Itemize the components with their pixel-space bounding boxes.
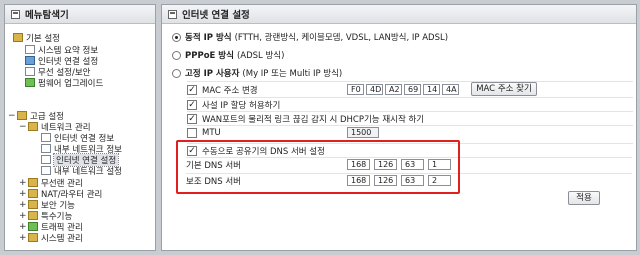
collapse-icon[interactable]: −	[8, 111, 16, 121]
menu-explorer-panel: 메뉴탐색기 기본 설정 시스템 요약 정보 인터넷 연결 설정 무선 설정/보안…	[4, 4, 156, 251]
page-icon	[41, 166, 51, 175]
menu-explorer-title: 메뉴탐색기	[25, 10, 69, 21]
tree-internet-setup[interactable]: 인터넷 연결 설정	[25, 55, 98, 67]
folder-icon	[13, 33, 23, 42]
tree-traffic[interactable]: + 트래픽 관리	[19, 221, 83, 233]
folder-icon	[17, 111, 27, 120]
page-icon	[25, 45, 35, 54]
mac-octet-2[interactable]: 4D	[366, 84, 383, 95]
tree-system-management[interactable]: + 시스템 관리	[19, 232, 83, 244]
tree-system-summary[interactable]: 시스템 요약 정보	[25, 44, 98, 56]
expand-icon[interactable]: +	[19, 200, 27, 210]
mac-octet-6[interactable]: 4A	[442, 84, 459, 95]
traffic-icon	[28, 222, 38, 231]
private-ip-checkbox[interactable]: ✓	[187, 99, 197, 110]
tree-lan-info[interactable]: 내부 네트워크 정보	[41, 143, 122, 155]
tree-network-management[interactable]: − 네트워크 관리	[19, 121, 91, 133]
mac-octet-5[interactable]: 14	[423, 84, 440, 95]
tree-firmware-upgrade[interactable]: 펌웨어 업그레이드	[25, 77, 103, 89]
radio-static-ip[interactable]	[172, 68, 181, 78]
folder-icon	[28, 200, 38, 209]
monitor-icon	[25, 56, 35, 65]
tree-security[interactable]: + 보안 기능	[19, 199, 75, 211]
tree-special[interactable]: + 특수기능	[19, 210, 72, 222]
mtu-input[interactable]: 1500	[347, 127, 379, 138]
mac-octet-4[interactable]: 69	[404, 84, 421, 95]
folder-icon	[28, 189, 38, 198]
tree-basic-settings[interactable]: 기본 설정	[13, 32, 60, 44]
menu-explorer-header: 메뉴탐색기	[5, 5, 155, 24]
page-icon	[41, 144, 51, 153]
mtu-row: MTU	[187, 125, 633, 139]
private-ip-row: ✓ 사설 IP 할당 허용하기	[187, 97, 633, 111]
expand-icon[interactable]: +	[19, 233, 27, 243]
internet-setup-header: 인터넷 연결 설정	[162, 5, 636, 24]
find-mac-button[interactable]: MAC 주소 찾기	[471, 82, 537, 96]
expand-icon[interactable]: +	[19, 189, 27, 199]
tree-wireless-management[interactable]: + 무선랜 관리	[19, 177, 83, 189]
mac-octet-3[interactable]: A2	[385, 84, 402, 95]
tree-internet-setup-advanced[interactable]: 인터넷 연결 설정	[41, 152, 120, 167]
folder-icon	[28, 211, 38, 220]
expand-icon[interactable]: +	[19, 178, 27, 188]
mac-octet-1[interactable]: F0	[347, 84, 364, 95]
folder-icon	[28, 178, 38, 187]
folder-icon	[28, 233, 38, 242]
expand-icon[interactable]: +	[19, 211, 27, 221]
folder-icon	[28, 122, 38, 131]
internet-setup-panel: 인터넷 연결 설정 동적 IP 방식 (FTTH, 광랜방식, 케이블모뎀, V…	[161, 4, 637, 251]
tree-internet-info[interactable]: 인터넷 연결 정보	[41, 132, 114, 144]
wan-dhcp-row: ✓ WAN포트의 물리적 링크 끊김 감지 시 DHCP기능 재시작 하기	[187, 111, 633, 125]
tree-nat-router[interactable]: + NAT/라우터 관리	[19, 188, 102, 200]
upgrade-icon	[25, 78, 35, 87]
apply-button[interactable]: 적용	[568, 191, 600, 205]
radio-pppoe[interactable]	[172, 50, 181, 60]
option-pppoe[interactable]: PPPoE 방식 (ADSL 방식)	[172, 49, 284, 61]
page-icon	[41, 155, 51, 164]
page-icon	[41, 133, 51, 142]
dns-highlight-box	[176, 140, 460, 194]
option-dynamic-ip[interactable]: 동적 IP 방식 (FTTH, 광랜방식, 케이블모뎀, VDSL, LAN방식…	[172, 31, 448, 43]
option-static-ip[interactable]: 고정 IP 사용자 (My IP 또는 Multi IP 방식)	[172, 67, 342, 79]
mtu-checkbox[interactable]	[187, 127, 197, 138]
radio-dynamic-ip[interactable]	[172, 32, 181, 42]
wan-dhcp-checkbox[interactable]: ✓	[187, 113, 197, 124]
mac-change-checkbox[interactable]: ✓	[187, 85, 197, 95]
collapse-icon[interactable]: −	[19, 122, 27, 132]
window-icon	[168, 9, 177, 19]
expand-icon[interactable]: +	[19, 222, 27, 232]
tree-wireless-security[interactable]: 무선 설정/보안	[25, 66, 91, 78]
internet-setup-title: 인터넷 연결 설정	[182, 10, 250, 21]
page-icon	[25, 67, 35, 76]
window-icon	[11, 9, 20, 19]
tree-lan-setup[interactable]: 내부 네트워크 설정	[41, 165, 122, 177]
tree-advanced-settings[interactable]: − 고급 설정	[8, 110, 64, 122]
